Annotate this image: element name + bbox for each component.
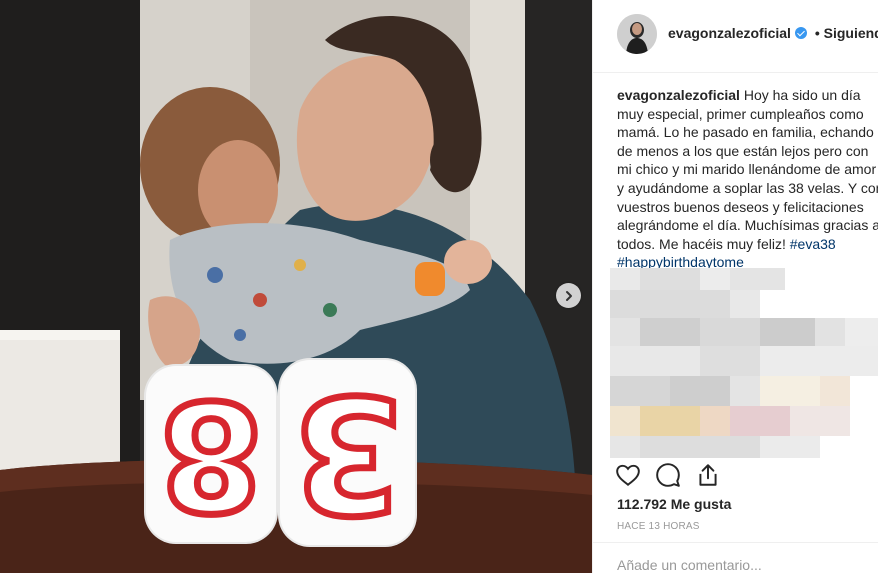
next-photo-button[interactable]	[556, 283, 581, 308]
caption-line: alegrándome el día. Muchísimas gracias a	[617, 217, 878, 234]
comment-bubble-icon	[656, 463, 680, 487]
caption-line: evagonzalezoficial Hoy ha sido un día	[617, 86, 878, 105]
author-username[interactable]: evagonzalezoficial	[668, 25, 791, 41]
post-header: evagonzalezoficial • Siguiendo	[593, 0, 878, 73]
comment-bar	[593, 542, 878, 573]
post-author: evagonzalezoficial • Siguiendo	[668, 25, 878, 41]
likes-count[interactable]: 112.792 Me gusta	[617, 496, 731, 512]
candle-eight: 8	[146, 364, 276, 545]
caption-username[interactable]: evagonzalezoficial	[617, 87, 740, 103]
post-actions	[593, 462, 878, 490]
caption-line: mamá. Lo he pasado en familia, echando	[617, 124, 874, 141]
post-side-panel: evagonzalezoficial • Siguiendo evagonzal…	[592, 0, 878, 573]
like-button[interactable]	[615, 462, 641, 488]
verified-badge-icon	[794, 27, 807, 39]
caption-line: mi chico y mi marido llenándome de amor	[617, 161, 877, 178]
comment-button[interactable]	[655, 462, 681, 488]
caption-text: Hoy ha sido un día	[743, 87, 861, 103]
caption-line: y ayudándome a soplar las 38 velas. Y co…	[617, 179, 878, 196]
caption-line: de menos a los que están lejos pero con	[617, 142, 869, 159]
candle-digit-three: 3	[288, 356, 406, 550]
candle-three: 3	[280, 356, 415, 550]
follow-state-label: Siguiendo	[823, 25, 878, 41]
share-icon	[699, 464, 717, 486]
redacted-comments	[610, 268, 878, 458]
avatar-image	[617, 14, 657, 54]
heart-icon	[616, 464, 640, 486]
candle-digit-eight: 8	[155, 364, 266, 545]
post-photo[interactable]: 8 3	[0, 0, 592, 573]
post-timestamp[interactable]: HACE 13 HORAS	[617, 521, 700, 532]
caption-line: todos. Me hacéis muy feliz! #eva38	[617, 235, 878, 254]
share-button[interactable]	[695, 462, 721, 488]
chevron-right-icon	[565, 290, 572, 301]
post-caption: evagonzalezoficial Hoy ha sido un día mu…	[617, 86, 878, 272]
caption-line: muy especial, primer cumpleaños como	[617, 105, 864, 122]
caption-line: vuestros buenos deseos y felicitaciones	[617, 198, 864, 215]
avatar[interactable]	[617, 14, 657, 54]
hashtag-link[interactable]: #eva38	[790, 236, 836, 252]
comment-input[interactable]	[617, 557, 867, 573]
follow-status[interactable]: • Siguiendo	[811, 25, 878, 41]
caption-text: todos. Me hacéis muy feliz!	[617, 235, 786, 252]
